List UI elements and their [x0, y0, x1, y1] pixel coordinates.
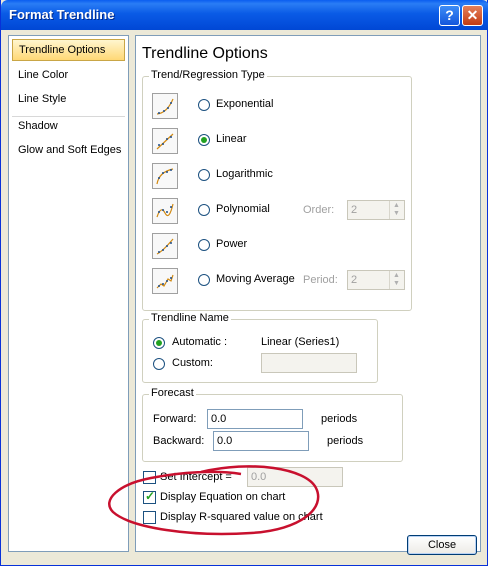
forward-value: 0.0	[211, 413, 227, 425]
period-value: 2	[351, 274, 358, 286]
period-spin-arrows[interactable]: ▲ ▼	[389, 271, 404, 289]
power-label: Power	[216, 238, 248, 250]
display-equation-checkbox[interactable]	[143, 489, 156, 504]
trend-type-group-label: Trend/Regression Type	[149, 69, 267, 81]
polynomial-radio[interactable]	[198, 204, 210, 216]
forward-unit: periods	[321, 413, 358, 425]
exponential-trend-icon	[152, 93, 178, 119]
automatic-name-label: Automatic :	[172, 336, 228, 348]
linear-radio[interactable]	[198, 134, 210, 146]
order-spin-arrows[interactable]: ▲ ▼	[389, 201, 404, 219]
nav-item-line-color[interactable]: Line Color	[12, 64, 125, 86]
order-label: Order:	[303, 204, 335, 216]
trendline-name-group-label: Trendline Name	[149, 312, 231, 324]
close-icon[interactable]: ✕	[462, 5, 483, 26]
trend-type-group: Trend/Regression Type Exponential Linear…	[142, 69, 412, 311]
moving-average-label: Moving Average	[216, 273, 295, 285]
logarithmic-trend-icon	[152, 163, 178, 189]
format-trendline-dialog: Format Trendline ? ✕ Trendline Options L…	[0, 0, 488, 566]
backward-label: Backward:	[153, 435, 205, 447]
set-intercept-label: Set Intercept =	[160, 471, 232, 483]
backward-unit: periods	[327, 435, 364, 447]
display-r-squared-label: Display R-squared value on chart	[160, 511, 323, 523]
category-list: Trendline Options Line Color Line Style …	[8, 35, 129, 552]
order-value: 2	[351, 204, 358, 216]
title-bar[interactable]: Format Trendline ? ✕	[1, 0, 488, 30]
forward-label: Forward:	[153, 413, 197, 425]
trendline-name-group: Trendline Name Automatic : Linear (Serie…	[142, 312, 378, 383]
forecast-group: Forecast Forward: 0.0 periods Backward: …	[142, 387, 403, 462]
set-intercept-checkbox[interactable]	[143, 471, 156, 484]
display-r-squared-checkbox[interactable]	[143, 511, 156, 524]
polynomial-trend-icon	[152, 198, 178, 224]
moving-average-trend-icon	[152, 268, 178, 294]
power-radio[interactable]	[198, 239, 210, 251]
nav-item-glow-soft-edges[interactable]: Glow and Soft Edges	[12, 139, 125, 161]
period-spinner[interactable]: 2 ▲ ▼	[347, 270, 405, 290]
nav-item-line-style[interactable]: Line Style	[12, 88, 125, 110]
exponential-radio[interactable]	[198, 99, 210, 111]
order-spinner[interactable]: 2 ▲ ▼	[347, 200, 405, 220]
options-panel: Trendline Options Trend/Regression Type …	[135, 35, 481, 552]
moving-average-radio[interactable]	[198, 274, 210, 286]
period-label: Period:	[303, 274, 338, 286]
set-intercept-input[interactable]: 0.0	[247, 467, 343, 487]
exponential-label: Exponential	[216, 98, 274, 110]
backward-value: 0.0	[217, 435, 233, 447]
power-trend-icon	[152, 233, 178, 259]
polynomial-label: Polynomial	[216, 203, 270, 215]
logarithmic-radio[interactable]	[198, 169, 210, 181]
linear-label: Linear	[216, 133, 247, 145]
automatic-name-value: Linear (Series1)	[261, 336, 340, 348]
linear-trend-icon	[152, 128, 178, 154]
set-intercept-value: 0.0	[251, 471, 267, 483]
custom-name-input[interactable]	[261, 353, 357, 373]
window-title: Format Trendline	[9, 7, 115, 22]
display-equation-label: Display Equation on chart	[160, 491, 286, 503]
logarithmic-label: Logarithmic	[216, 168, 273, 180]
forecast-group-label: Forecast	[149, 387, 196, 399]
nav-item-trendline-options[interactable]: Trendline Options	[12, 39, 125, 61]
close-button[interactable]: Close	[407, 535, 477, 555]
custom-name-label: Custom:	[172, 357, 213, 369]
help-icon[interactable]: ?	[439, 5, 460, 26]
custom-name-radio[interactable]	[153, 358, 165, 370]
backward-input[interactable]: 0.0	[213, 431, 309, 451]
nav-item-shadow[interactable]: Shadow	[12, 115, 125, 137]
automatic-name-radio[interactable]	[153, 337, 165, 349]
panel-title: Trendline Options	[142, 45, 268, 62]
forward-input[interactable]: 0.0	[207, 409, 303, 429]
